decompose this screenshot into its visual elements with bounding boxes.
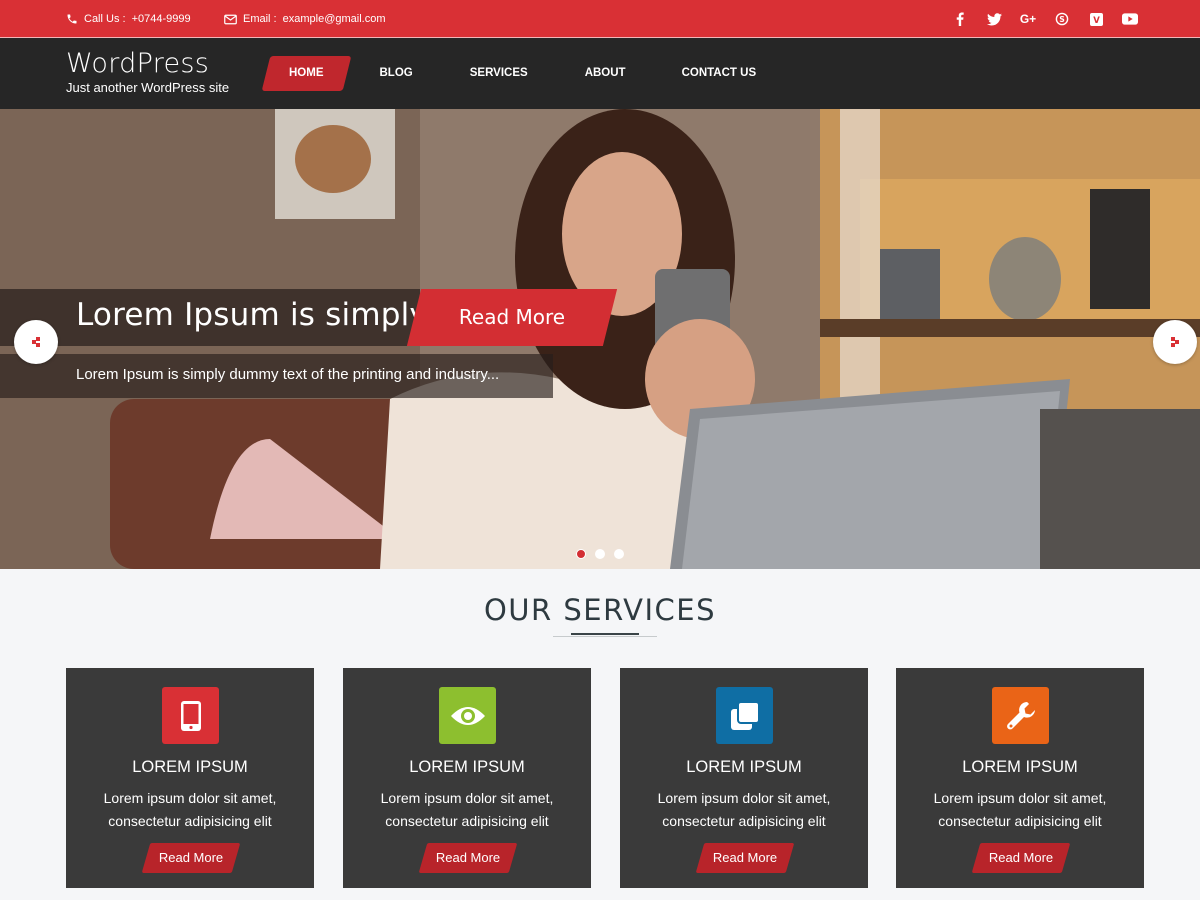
wrench-icon (1006, 701, 1035, 729)
service-read-more-button[interactable]: Read More (700, 843, 790, 873)
service-read-more-label: Read More (435, 850, 501, 865)
slider-dot-2[interactable] (595, 549, 605, 559)
service-line-1: Lorem ipsum dolor sit amet, (103, 790, 277, 806)
social-links: G+ S V (952, 0, 1138, 38)
hero-slider: Lorem Ipsum is simply Read More Lorem Ip… (0, 109, 1200, 569)
slide-title: Lorem Ipsum is simply (76, 297, 428, 333)
service-line-2: consectetur adipisicing elit (108, 812, 272, 829)
google-plus-icon[interactable]: G+ (1020, 11, 1036, 27)
service-read-more-button[interactable]: Read More (146, 843, 236, 873)
email-address[interactable]: example@gmail.com (283, 13, 386, 25)
service-line-2: consectetur adipisicing elit (938, 812, 1102, 829)
phone-label: Call Us : (84, 13, 126, 25)
service-title: LOREM IPSUM (686, 758, 802, 776)
menu-item-contact[interactable]: CONTACT US (682, 56, 757, 91)
phone-icon (67, 14, 77, 24)
menu-item-services[interactable]: SERVICES (470, 56, 528, 91)
service-description: Lorem ipsum dolor sit amet, consectetur a… (357, 787, 577, 832)
service-title: LOREM IPSUM (962, 758, 1078, 776)
service-icon-box (992, 687, 1049, 744)
site-brand[interactable]: WordPress Just another WordPress site (66, 48, 229, 97)
clone-icon (730, 700, 760, 730)
menu-item-home[interactable]: HOME (262, 56, 351, 91)
heading-underline (553, 633, 657, 637)
service-read-more-label: Read More (158, 850, 224, 865)
slider-dot-1[interactable] (576, 549, 586, 559)
slider-prev-button[interactable] (14, 320, 58, 364)
service-description: Lorem ipsum dolor sit amet, consectetur a… (80, 787, 300, 832)
service-line-1: Lorem ipsum dolor sit amet, (933, 790, 1107, 806)
skype-icon[interactable]: S (1054, 11, 1070, 27)
service-read-more-label: Read More (712, 850, 778, 865)
service-card: LOREM IPSUM Lorem ipsum dolor sit amet, c… (66, 668, 314, 888)
slider-pagination (576, 549, 624, 559)
site-tagline: Just another WordPress site (66, 80, 230, 95)
chevron-left-icon (32, 337, 40, 347)
main-navbar: WordPress Just another WordPress site HO… (0, 38, 1200, 109)
service-description: Lorem ipsum dolor sit amet, consectetur a… (910, 787, 1130, 832)
top-bar: Call Us : +0744-9999 Email : example@gma… (0, 0, 1200, 38)
service-title: LOREM IPSUM (409, 758, 525, 776)
slide-description: Lorem Ipsum is simply dummy text of the … (76, 366, 500, 383)
menu-label-services: SERVICES (469, 67, 528, 79)
slider-dot-3[interactable] (614, 549, 624, 559)
hero-read-more-label: Read More (458, 305, 566, 329)
menu-item-about[interactable]: ABOUT (585, 56, 626, 91)
service-card: LOREM IPSUM Lorem ipsum dolor sit amet, c… (896, 668, 1144, 888)
menu-label-about: ABOUT (584, 67, 626, 79)
main-menu: HOME BLOG SERVICES ABOUT CONTACT US (262, 56, 756, 91)
youtube-icon[interactable] (1122, 11, 1138, 27)
services-heading: OUR SERVICES (483, 593, 717, 627)
email-contact[interactable]: Email : example@gmail.com (224, 0, 386, 38)
service-card: LOREM IPSUM Lorem ipsum dolor sit amet, c… (620, 668, 868, 888)
service-icon-box (162, 687, 219, 744)
menu-label-blog: BLOG (379, 67, 413, 79)
envelope-icon (224, 14, 237, 24)
service-title: LOREM IPSUM (132, 758, 248, 776)
service-read-more-button[interactable]: Read More (976, 843, 1066, 873)
service-description: Lorem ipsum dolor sit amet, consectetur a… (634, 787, 854, 832)
service-line-1: Lorem ipsum dolor sit amet, (657, 790, 831, 806)
service-icon-box (716, 687, 773, 744)
hero-read-more-button[interactable]: Read More (414, 289, 610, 346)
service-line-1: Lorem ipsum dolor sit amet, (380, 790, 554, 806)
menu-label-home: HOME (289, 67, 324, 79)
twitter-icon[interactable] (986, 11, 1002, 27)
eye-icon (450, 706, 485, 725)
service-card: LOREM IPSUM Lorem ipsum dolor sit amet, c… (343, 668, 591, 888)
chevron-right-icon (1171, 337, 1179, 347)
service-icon-box (439, 687, 496, 744)
site-title[interactable]: WordPress (66, 48, 229, 80)
slider-next-button[interactable] (1153, 320, 1197, 364)
services-section: OUR SERVICES LOREM IPSUM Lorem ipsum dol… (0, 569, 1200, 900)
service-line-2: consectetur adipisicing elit (662, 812, 826, 829)
menu-item-blog[interactable]: BLOG (380, 56, 413, 91)
svg-text:S: S (1059, 15, 1065, 24)
phone-number[interactable]: +0744-9999 (132, 13, 191, 25)
phone-contact[interactable]: Call Us : +0744-9999 (66, 0, 191, 38)
email-label: Email : (243, 13, 277, 25)
service-line-2: consectetur adipisicing elit (385, 812, 549, 829)
vimeo-icon[interactable]: V (1088, 11, 1104, 27)
mobile-icon (180, 700, 201, 731)
service-read-more-button[interactable]: Read More (423, 843, 513, 873)
service-read-more-label: Read More (988, 850, 1054, 865)
menu-label-contact: CONTACT US (681, 67, 757, 79)
svg-text:V: V (1093, 14, 1100, 24)
facebook-icon[interactable] (952, 11, 968, 27)
